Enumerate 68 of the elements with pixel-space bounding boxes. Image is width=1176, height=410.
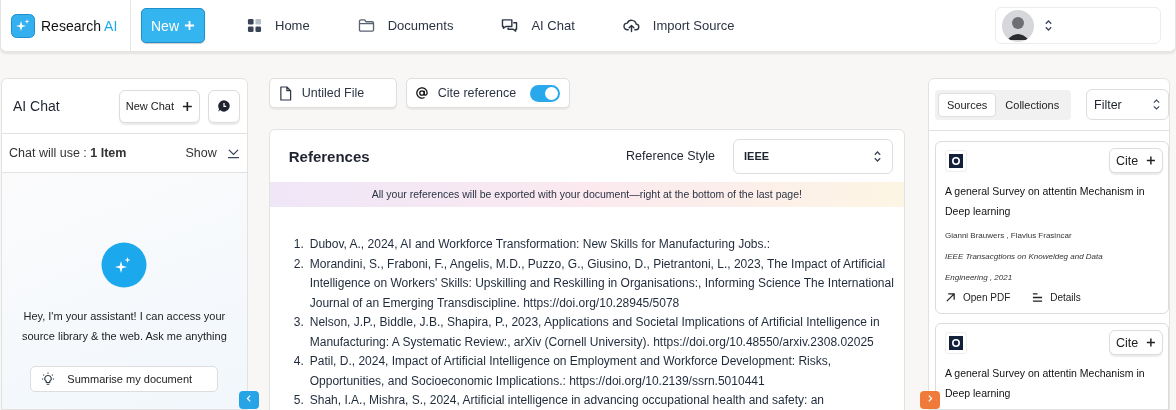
tab[interactable]: Sources (938, 92, 997, 117)
source-authors: Gianni Brauwers , Flavius Frasincar (945, 230, 1073, 242)
collapse-panel-button[interactable] (238, 391, 259, 409)
chevron-updown-icon (1044, 19, 1053, 32)
chevron-left-icon (244, 394, 253, 403)
nav-link[interactable]: Import Source (622, 18, 735, 33)
reference-entry: Dubov, A., 2024, AI and Workforce Transformation: New Skills for Manufacturing Jobs.: (309, 236, 771, 253)
cite-reference-toggle[interactable]: Cite reference (405, 78, 571, 108)
list-lines-icon (1032, 292, 1044, 303)
reference-entry: Patil, D., 2024, Impact of Artificial Intelligence on Employment and Workforce Development: Risks, Opportunities, and Socioeconomic Implications.: https://doi.org/10.2139/ssrn.5010441 (309, 353, 833, 390)
new-chat-button[interactable]: New Chat (118, 89, 200, 123)
tab[interactable]: Collections (996, 92, 1069, 117)
chat-history-button[interactable] (207, 89, 240, 123)
chat-bubbles-icon (501, 18, 519, 33)
plus-icon (182, 100, 193, 112)
reference-style-select[interactable]: IEEE (733, 138, 893, 174)
avatar-silhouette (1002, 9, 1034, 42)
list-number: 5. (292, 392, 304, 409)
reference-entry: Nelson, J.P., Biddle, J.B., Shapira, P., 2023, Applications and Societal Implications of Artificial Intelligence in Manufacturing: A Systematic Review:, arXiv (Cornell University). https://doi.org/10.48550/arxiv.2308.02025 (309, 314, 881, 351)
arrow-up-right-icon (945, 292, 956, 303)
at-sign-icon (415, 87, 428, 99)
panel-title: AI Chat (13, 98, 60, 114)
filter-select[interactable]: Filter (1086, 89, 1169, 120)
export-notice: All your references will be exported with your document—right at the bottom of the last page! (269, 182, 904, 207)
cloud-upload-icon (622, 18, 640, 33)
plus-icon (1146, 155, 1156, 166)
nav-link[interactable]: AI Chat (501, 18, 575, 33)
reference-style-label: Reference Style (626, 149, 715, 163)
references-title: References (288, 147, 370, 165)
chat-usage-text: Chat will use : 1 Item (9, 146, 127, 160)
details-link[interactable]: Details (1032, 292, 1081, 303)
nav-link[interactable]: Documents (357, 18, 454, 33)
expand-panel-button[interactable] (920, 391, 940, 409)
chevron-right-icon (926, 394, 934, 403)
cite-button[interactable]: Cite (1109, 148, 1163, 173)
assistant-greeting: Hey, I'm your assistant! I can access your source library & the web. Ask me anything (20, 309, 228, 344)
chevron-down-icon (226, 147, 240, 159)
suggestion-button[interactable]: Summarise my document (30, 366, 219, 392)
chevron-updown-icon (873, 149, 882, 163)
list-number: 3. (292, 314, 304, 331)
source-journal: IEEE Transacgtions on Knoweldeg and Data Engineering , 2021 (945, 251, 1104, 284)
toggle-switch[interactable] (530, 84, 561, 102)
document-icon (278, 85, 292, 101)
cite-button[interactable]: Cite (1109, 330, 1163, 355)
account-switcher[interactable] (995, 7, 1161, 44)
plus-icon (1146, 337, 1156, 348)
app-name: Research AI (41, 17, 118, 34)
nav-link[interactable]: Home (247, 18, 310, 33)
show-button[interactable]: Show (185, 146, 240, 160)
list-number: 4. (292, 353, 304, 370)
sparkle-icon (101, 242, 148, 288)
folder-icon (357, 18, 375, 33)
ring-logo-icon (945, 149, 967, 172)
plus-icon (184, 20, 195, 31)
ring-logo-icon (945, 331, 967, 354)
source-title: A general Survey on attentin Mechanism in Deep learning (945, 366, 1146, 401)
list-number: 2. (292, 255, 304, 273)
open-pdf-link[interactable]: Open PDF (945, 292, 1011, 303)
chevron-updown-icon (1152, 98, 1161, 111)
chat-history-icon (216, 99, 231, 113)
lightbulb-icon (41, 372, 56, 386)
source-title: A general Survey on attentin Mechanism in Deep learning (945, 184, 1146, 219)
reference-entry: Morandini, S., Fraboni, F., Angelis, M.D., Puzzo, G., Giusino, D., Pietrantoni, L., 2023, The Impact of Artificial Intelligence on Workers' Skills: Upskilling and Reskilling in Organisations:, Informing Science The International Journal of an Emerging Transdiscipline. https://doi.org/10.28945/5078 (309, 255, 894, 312)
reference-entry: Shah, I.A., Mishra, S., 2024, Artificial intelligence in advancing occupational health and safety: an (309, 392, 825, 409)
grid-icon (247, 18, 262, 33)
sparkle-logo-icon (11, 13, 35, 38)
list-number: 1. (292, 236, 304, 253)
file-name-field[interactable]: Untiled File (268, 78, 397, 108)
